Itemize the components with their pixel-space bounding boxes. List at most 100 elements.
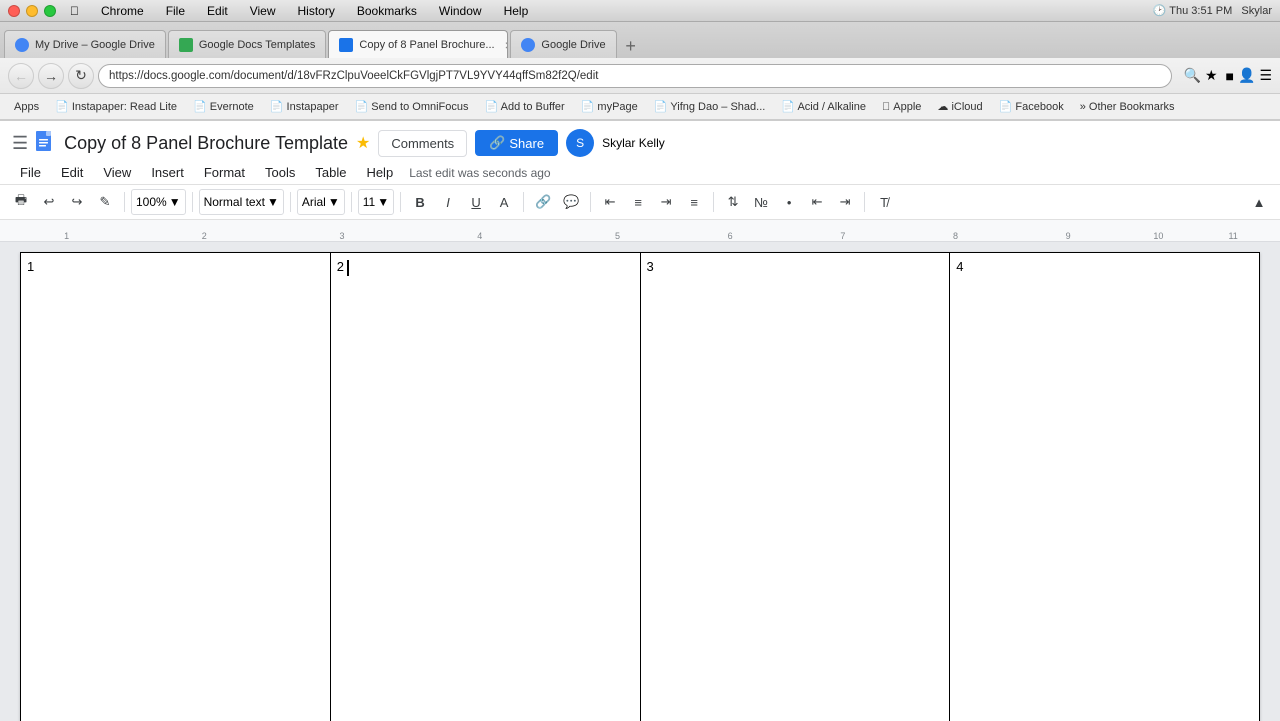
share-button[interactable]: 🔗 Share <box>475 130 558 156</box>
forward-button[interactable]: → <box>38 63 64 89</box>
cell-number-4: 4 <box>956 259 963 274</box>
tab-docs-templates[interactable]: Google Docs Templates <box>168 30 327 58</box>
macos-titlebar:  Chrome File Edit View History Bookmark… <box>0 0 1280 22</box>
toolbar-sep-7 <box>590 192 591 212</box>
docs-help-menu[interactable]: Help <box>358 161 401 184</box>
font-select[interactable]: Arial ▼ <box>297 189 345 215</box>
tab-label-brochure: Copy of 8 Panel Brochure... <box>359 39 494 51</box>
font-size-select[interactable]: 11 ▼ <box>358 189 394 215</box>
address-bar[interactable]: https://docs.google.com/document/d/18vFR… <box>98 64 1172 88</box>
docs-edit-menu[interactable]: Edit <box>53 161 91 184</box>
docs-logo-icon <box>36 131 56 155</box>
docs-format-menu[interactable]: Format <box>196 161 253 184</box>
align-center-button[interactable]: ≡ <box>625 189 651 215</box>
docs-table-menu[interactable]: Table <box>307 161 354 184</box>
clear-formatting-button[interactable]: T̸ <box>871 189 897 215</box>
align-right-button[interactable]: ⇥ <box>653 189 679 215</box>
numbered-list-button[interactable]: № <box>748 189 774 215</box>
docs-file-menu[interactable]: File <box>12 161 49 184</box>
collapse-toolbar-button[interactable]: ▲ <box>1246 189 1272 215</box>
bookmark-apple[interactable]:  Apple <box>876 99 927 115</box>
tab-label-drive: My Drive – Google Drive <box>35 39 155 51</box>
bookmark-apps[interactable]: Apps <box>8 99 45 115</box>
bookmark-omnifocus[interactable]: 📄 Send to OmniFocus <box>349 98 475 115</box>
profile-icon[interactable]: 👤 <box>1238 67 1255 84</box>
docs-tools-menu[interactable]: Tools <box>257 161 303 184</box>
zoom-icon[interactable]: 🔍 <box>1184 67 1201 84</box>
justify-button[interactable]: ≡ <box>681 189 707 215</box>
refresh-button[interactable]: ↻ <box>68 63 94 89</box>
window-menu[interactable]: Window <box>435 2 486 20</box>
style-select[interactable]: Normal text ▼ <box>199 189 284 215</box>
settings-icon[interactable]: ☰ <box>1259 67 1272 84</box>
print-button[interactable]: 🖶 <box>8 189 34 215</box>
table-cell-3[interactable]: 3 <box>640 253 950 721</box>
bookmark-instapaper[interactable]: 📄 Instapaper: Read Lite <box>49 98 183 115</box>
edit-menu[interactable]: Edit <box>203 2 232 20</box>
docs-insert-menu[interactable]: Insert <box>143 161 192 184</box>
font-size-value: 11 <box>363 195 375 209</box>
tab-my-drive[interactable]: My Drive – Google Drive <box>4 30 166 58</box>
history-menu[interactable]: History <box>294 2 339 20</box>
table-cell-1[interactable]: 1 <box>21 253 331 721</box>
docs-view-menu[interactable]: View <box>95 161 139 184</box>
close-window-button[interactable] <box>8 5 20 17</box>
line-spacing-button[interactable]: ⇅ <box>720 189 746 215</box>
view-menu[interactable]: View <box>246 2 280 20</box>
help-menu[interactable]: Help <box>500 2 533 20</box>
chrome-menu[interactable]: Chrome <box>97 2 148 20</box>
undo-button[interactable]: ↩ <box>36 189 62 215</box>
table-cell-2[interactable]: 2 <box>330 253 640 721</box>
document-title[interactable]: Copy of 8 Panel Brochure Template <box>64 133 348 154</box>
bold-button[interactable]: B <box>407 189 433 215</box>
new-tab-button[interactable]: + <box>619 34 643 58</box>
align-left-button[interactable]: ⇤ <box>597 189 623 215</box>
tab-brochure[interactable]: Copy of 8 Panel Brochure... × <box>328 30 508 58</box>
last-saved-status: Last edit was seconds ago <box>409 166 550 180</box>
extensions-icon[interactable]: ■ <box>1226 68 1234 84</box>
tab-label-gdrive: Google Drive <box>541 39 605 51</box>
apple-menu[interactable]:  <box>66 2 83 20</box>
bullet-list-button[interactable]: • <box>776 189 802 215</box>
back-button[interactable]: ← <box>8 63 34 89</box>
toolbar-right-spacer: ▲ <box>1246 189 1272 215</box>
tab-favicon-brochure <box>339 38 353 52</box>
bookmark-buffer[interactable]: 📄 Add to Buffer <box>479 98 571 115</box>
comments-button[interactable]: Comments <box>378 130 467 157</box>
star-icon[interactable]: ★ <box>1205 67 1218 84</box>
italic-button[interactable]: I <box>435 189 461 215</box>
bookmark-facebook[interactable]: 📄 Facebook <box>993 98 1070 115</box>
bookmarks-menu[interactable]: Bookmarks <box>353 2 421 20</box>
url-text: https://docs.google.com/document/d/18vFR… <box>109 70 598 82</box>
bookmark-other[interactable]: » Other Bookmarks <box>1074 99 1181 115</box>
docs-hamburger-icon[interactable]: ☰ <box>12 133 28 154</box>
minimize-window-button[interactable] <box>26 5 38 17</box>
redo-button[interactable]: ↪ <box>64 189 90 215</box>
address-bar-row: ← → ↻ https://docs.google.com/document/d… <box>0 58 1280 94</box>
paint-format-button[interactable]: ✎ <box>92 189 118 215</box>
ruler-mark-5: 5 <box>615 231 620 241</box>
underline-button[interactable]: U <box>463 189 489 215</box>
link-button[interactable]: 🔗 <box>530 189 556 215</box>
bookmark-icloud[interactable]: ☁ iCloud <box>931 98 988 115</box>
file-menu[interactable]: File <box>162 2 189 20</box>
table-cell-4[interactable]: 4 <box>950 253 1260 721</box>
user-avatar[interactable]: S <box>566 129 594 157</box>
bookmark-evernote[interactable]: 📄 Evernote <box>187 98 260 115</box>
bookmark-instapaper2[interactable]: 📄 Instapaper <box>264 98 345 115</box>
bookmark-acid[interactable]: 📄 Acid / Alkaline <box>775 98 872 115</box>
tab-close-button[interactable]: × <box>505 37 509 53</box>
increase-indent-button[interactable]: ⇥ <box>832 189 858 215</box>
text-color-button[interactable]: A <box>491 189 517 215</box>
ruler-mark-8: 8 <box>953 231 958 241</box>
zoom-select[interactable]: 100% ▼ <box>131 189 186 215</box>
docs-content-area[interactable]: 1 2 3 4 <box>0 242 1280 721</box>
decrease-indent-button[interactable]: ⇤ <box>804 189 830 215</box>
maximize-window-button[interactable] <box>44 5 56 17</box>
bookmark-yifng[interactable]: 📄 Yifng Dao – Shad... <box>648 98 772 115</box>
comment-button[interactable]: 💬 <box>558 189 584 215</box>
star-document-button[interactable]: ★ <box>356 133 370 153</box>
bookmark-mypage[interactable]: 📄 myPage <box>575 98 644 115</box>
ruler-mark-11: 11 <box>1228 231 1237 241</box>
tab-google-drive[interactable]: Google Drive <box>510 30 616 58</box>
